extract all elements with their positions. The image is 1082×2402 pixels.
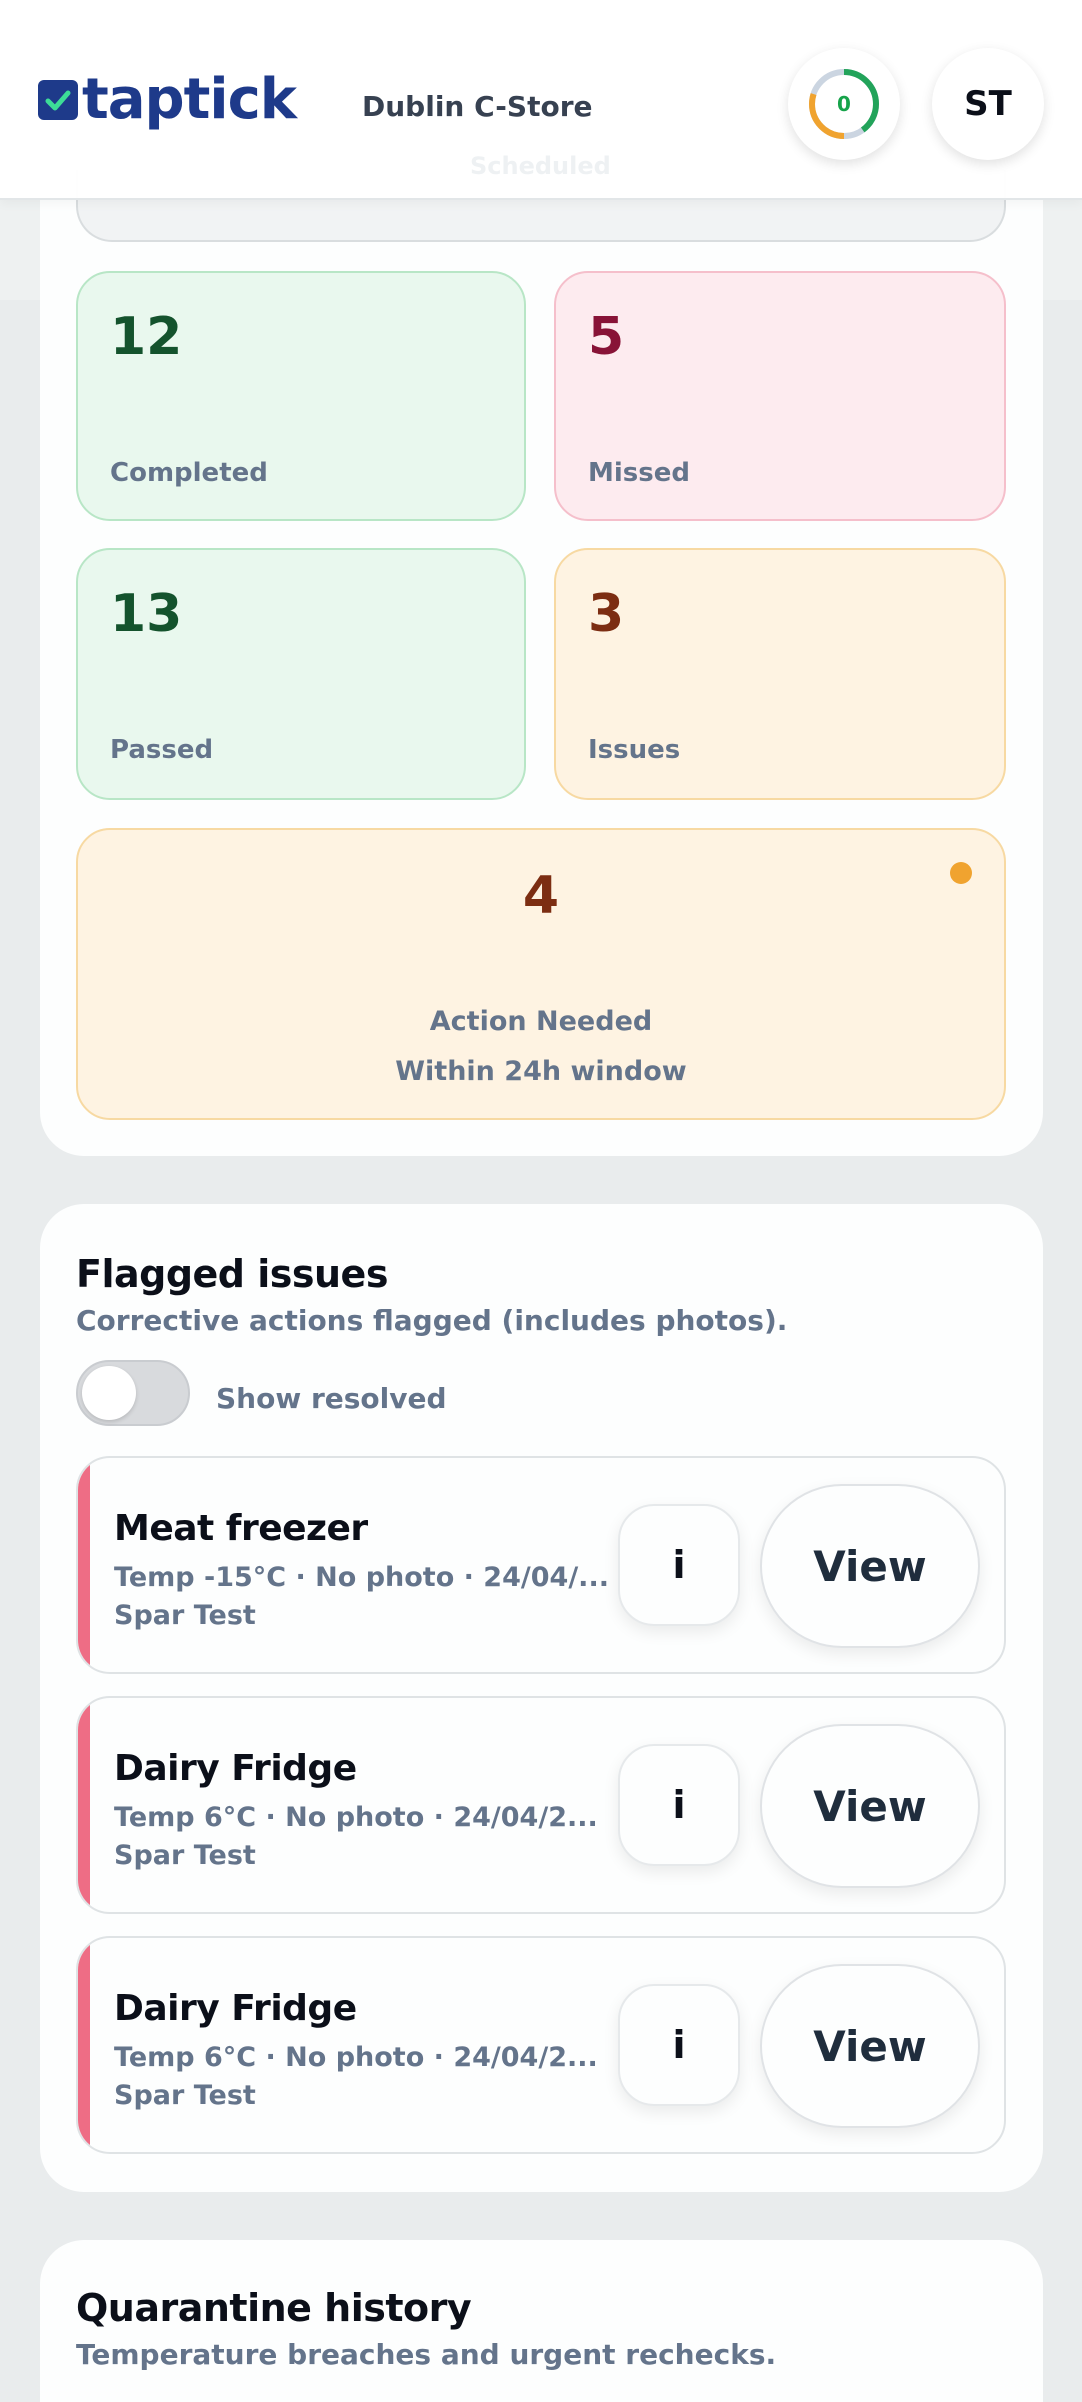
completed-label: Completed — [110, 458, 268, 488]
missed-label: Missed — [588, 458, 690, 488]
action-needed-count: 4 — [522, 866, 560, 926]
scheduled-label: Scheduled — [470, 152, 611, 180]
flagged-issues-subtitle: Corrective actions flagged (includes pho… — [76, 1304, 788, 1337]
view-button[interactable]: View — [760, 1724, 980, 1888]
passed-count: 13 — [110, 584, 183, 644]
missed-stat[interactable]: 5 Missed — [554, 271, 1006, 521]
quarantine-history-subtitle: Temperature breaches and urgent rechecks… — [76, 2338, 777, 2371]
issue-meta: Temp 6°C · No photo · 24/04/2... — [114, 2042, 598, 2073]
flagged-issue-item[interactable]: Meat freezer Temp -15°C · No photo · 24/… — [76, 1456, 1006, 1674]
issue-meta: Temp -15°C · No photo · 24/04/... — [114, 1562, 609, 1593]
progress-ring[interactable]: 0 — [788, 48, 900, 160]
logo-text: taptick — [82, 67, 297, 132]
check-icon — [38, 80, 78, 120]
info-button[interactable]: i — [618, 1744, 740, 1866]
quarantine-history-title: Quarantine history — [76, 2286, 472, 2330]
store-name[interactable]: Dublin C-Store — [362, 90, 593, 123]
app-header: taptick Dublin C-Store Scheduled 0 ST — [0, 0, 1082, 200]
issue-title: Dairy Fridge — [114, 1748, 357, 1789]
flagged-issues-title: Flagged issues — [76, 1252, 388, 1296]
progress-value: 0 — [837, 92, 851, 116]
missed-count: 5 — [588, 307, 625, 367]
info-button[interactable]: i — [618, 1984, 740, 2106]
flagged-issues-card: Flagged issues Corrective actions flagge… — [40, 1204, 1043, 2192]
show-resolved-toggle[interactable] — [76, 1360, 190, 1426]
flag-severity-bar — [78, 1938, 90, 2152]
flagged-issue-item[interactable]: Dairy Fridge Temp 6°C · No photo · 24/04… — [76, 1936, 1006, 2154]
show-resolved-label: Show resolved — [216, 1382, 447, 1415]
view-button[interactable]: View — [760, 1484, 980, 1648]
summary-card: 12 Completed 5 Missed 13 Passed 3 Issues… — [40, 130, 1043, 1156]
issues-count: 3 — [588, 584, 625, 644]
issues-label: Issues — [588, 735, 681, 765]
user-avatar[interactable]: ST — [932, 48, 1044, 160]
issue-store: Spar Test — [114, 1840, 256, 1871]
flag-severity-bar — [78, 1698, 90, 1912]
issue-title: Meat freezer — [114, 1508, 368, 1549]
flagged-issue-item[interactable]: Dairy Fridge Temp 6°C · No photo · 24/04… — [76, 1696, 1006, 1914]
action-needed-label: Action Needed — [429, 1006, 653, 1037]
completed-count: 12 — [110, 307, 183, 367]
passed-label: Passed — [110, 735, 214, 765]
flag-severity-bar — [78, 1458, 90, 1672]
issue-title: Dairy Fridge — [114, 1988, 357, 2029]
action-needed-stat[interactable]: 4 Action Needed Within 24h window — [76, 828, 1006, 1120]
issue-meta: Temp 6°C · No photo · 24/04/2... — [114, 1802, 598, 1833]
taptick-logo[interactable]: taptick — [38, 67, 297, 132]
issues-stat[interactable]: 3 Issues — [554, 548, 1006, 800]
issue-store: Spar Test — [114, 2080, 256, 2111]
completed-stat[interactable]: 12 Completed — [76, 271, 526, 521]
issue-store: Spar Test — [114, 1600, 256, 1631]
action-needed-sublabel: Within 24h window — [395, 1056, 687, 1087]
passed-stat[interactable]: 13 Passed — [76, 548, 526, 800]
toggle-knob — [82, 1366, 136, 1420]
view-button[interactable]: View — [760, 1964, 980, 2128]
info-button[interactable]: i — [618, 1504, 740, 1626]
quarantine-history-card: Quarantine history Temperature breaches … — [40, 2240, 1043, 2402]
